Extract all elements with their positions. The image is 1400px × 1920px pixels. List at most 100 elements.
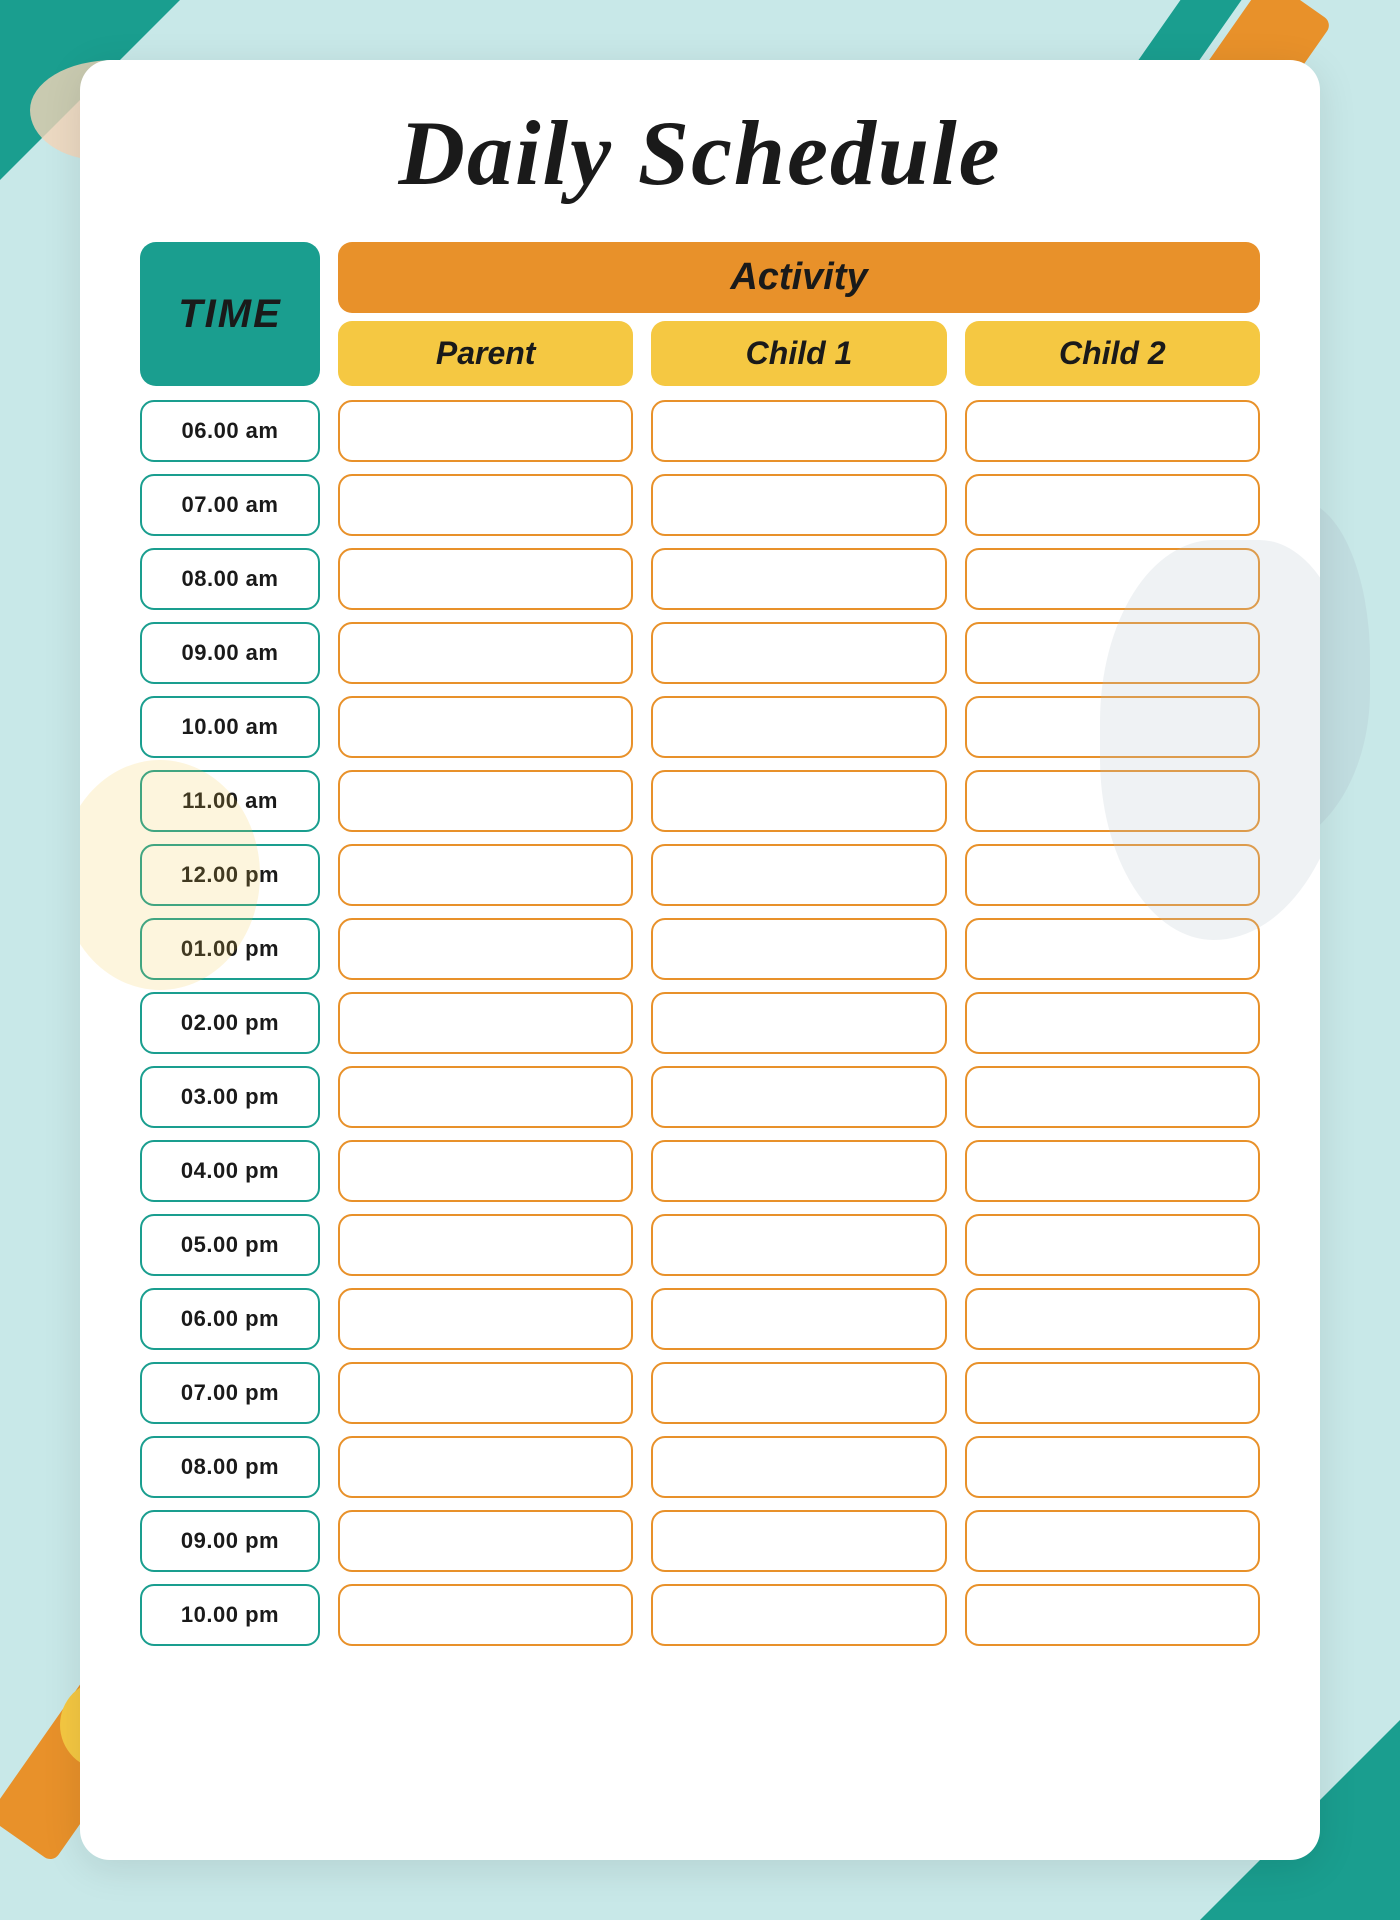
input-child1-13[interactable] [651, 1362, 946, 1424]
input-child2-10[interactable] [965, 1140, 1260, 1202]
table-row: 05.00 pm [140, 1214, 1260, 1276]
activity-header-cell: Activity [338, 242, 1260, 313]
input-child2-9[interactable] [965, 1066, 1260, 1128]
time-label-15: 09.00 pm [181, 1528, 279, 1554]
time-label-11: 05.00 pm [181, 1232, 279, 1258]
table-row: 09.00 am [140, 622, 1260, 684]
table-row: 10.00 am [140, 696, 1260, 758]
input-child1-12[interactable] [651, 1288, 946, 1350]
input-parent-16[interactable] [338, 1584, 633, 1646]
table-row: 03.00 pm [140, 1066, 1260, 1128]
input-child2-2[interactable] [965, 548, 1260, 610]
input-parent-6[interactable] [338, 844, 633, 906]
time-label-4: 10.00 am [182, 714, 279, 740]
time-rows-container: 06.00 am07.00 am08.00 am09.00 am10.00 am… [140, 400, 1260, 1646]
input-child1-11[interactable] [651, 1214, 946, 1276]
schedule-table: TIME Activity Parent Child 1 Child 2 [140, 242, 1260, 1646]
child2-label: Child 2 [1059, 335, 1166, 371]
time-cell-5: 11.00 am [140, 770, 320, 832]
input-parent-4[interactable] [338, 696, 633, 758]
time-label-6: 12.00 pm [181, 862, 279, 888]
input-child1-1[interactable] [651, 474, 946, 536]
table-header-row: TIME Activity Parent Child 1 Child 2 [140, 242, 1260, 386]
input-child2-16[interactable] [965, 1584, 1260, 1646]
page-title: Daily Schedule [140, 100, 1260, 206]
child2-sub-header: Child 2 [965, 321, 1260, 386]
input-cells-4 [338, 696, 1260, 758]
input-child2-12[interactable] [965, 1288, 1260, 1350]
input-parent-2[interactable] [338, 548, 633, 610]
input-parent-11[interactable] [338, 1214, 633, 1276]
input-child1-9[interactable] [651, 1066, 946, 1128]
input-cells-9 [338, 1066, 1260, 1128]
parent-label: Parent [436, 335, 536, 371]
input-child2-15[interactable] [965, 1510, 1260, 1572]
table-row: 07.00 pm [140, 1362, 1260, 1424]
input-child1-14[interactable] [651, 1436, 946, 1498]
table-row: 01.00 pm [140, 918, 1260, 980]
input-child1-5[interactable] [651, 770, 946, 832]
time-cell-2: 08.00 am [140, 548, 320, 610]
input-child2-11[interactable] [965, 1214, 1260, 1276]
time-header-cell: TIME [140, 242, 320, 386]
time-label-14: 08.00 pm [181, 1454, 279, 1480]
input-parent-0[interactable] [338, 400, 633, 462]
input-child1-7[interactable] [651, 918, 946, 980]
input-child2-8[interactable] [965, 992, 1260, 1054]
input-child1-6[interactable] [651, 844, 946, 906]
table-row: 06.00 pm [140, 1288, 1260, 1350]
input-parent-10[interactable] [338, 1140, 633, 1202]
input-child2-14[interactable] [965, 1436, 1260, 1498]
table-row: 07.00 am [140, 474, 1260, 536]
input-cells-8 [338, 992, 1260, 1054]
table-row: 10.00 pm [140, 1584, 1260, 1646]
time-label-10: 04.00 pm [181, 1158, 279, 1184]
input-cells-12 [338, 1288, 1260, 1350]
input-parent-14[interactable] [338, 1436, 633, 1498]
input-cells-13 [338, 1362, 1260, 1424]
input-child1-15[interactable] [651, 1510, 946, 1572]
child1-sub-header: Child 1 [651, 321, 946, 386]
input-child2-1[interactable] [965, 474, 1260, 536]
time-cell-8: 02.00 pm [140, 992, 320, 1054]
input-child2-13[interactable] [965, 1362, 1260, 1424]
input-parent-8[interactable] [338, 992, 633, 1054]
input-child2-6[interactable] [965, 844, 1260, 906]
table-row: 02.00 pm [140, 992, 1260, 1054]
input-parent-7[interactable] [338, 918, 633, 980]
activity-label: Activity [730, 256, 867, 298]
input-child1-4[interactable] [651, 696, 946, 758]
input-cells-1 [338, 474, 1260, 536]
input-parent-3[interactable] [338, 622, 633, 684]
time-label-12: 06.00 pm [181, 1306, 279, 1332]
input-child2-0[interactable] [965, 400, 1260, 462]
input-parent-12[interactable] [338, 1288, 633, 1350]
input-parent-1[interactable] [338, 474, 633, 536]
input-child2-7[interactable] [965, 918, 1260, 980]
input-cells-6 [338, 844, 1260, 906]
input-child1-16[interactable] [651, 1584, 946, 1646]
input-child2-3[interactable] [965, 622, 1260, 684]
input-cells-14 [338, 1436, 1260, 1498]
input-cells-10 [338, 1140, 1260, 1202]
input-child2-4[interactable] [965, 696, 1260, 758]
input-parent-9[interactable] [338, 1066, 633, 1128]
input-child2-5[interactable] [965, 770, 1260, 832]
input-child1-8[interactable] [651, 992, 946, 1054]
input-child1-2[interactable] [651, 548, 946, 610]
time-cell-1: 07.00 am [140, 474, 320, 536]
input-parent-15[interactable] [338, 1510, 633, 1572]
input-child1-10[interactable] [651, 1140, 946, 1202]
input-parent-5[interactable] [338, 770, 633, 832]
input-cells-11 [338, 1214, 1260, 1276]
table-row: 12.00 pm [140, 844, 1260, 906]
time-cell-9: 03.00 pm [140, 1066, 320, 1128]
time-cell-15: 09.00 pm [140, 1510, 320, 1572]
time-label-1: 07.00 am [182, 492, 279, 518]
input-child1-3[interactable] [651, 622, 946, 684]
input-parent-13[interactable] [338, 1362, 633, 1424]
input-cells-16 [338, 1584, 1260, 1646]
schedule-card: Daily Schedule TIME Activity Parent Chil… [80, 60, 1320, 1860]
time-label-8: 02.00 pm [181, 1010, 279, 1036]
input-child1-0[interactable] [651, 400, 946, 462]
